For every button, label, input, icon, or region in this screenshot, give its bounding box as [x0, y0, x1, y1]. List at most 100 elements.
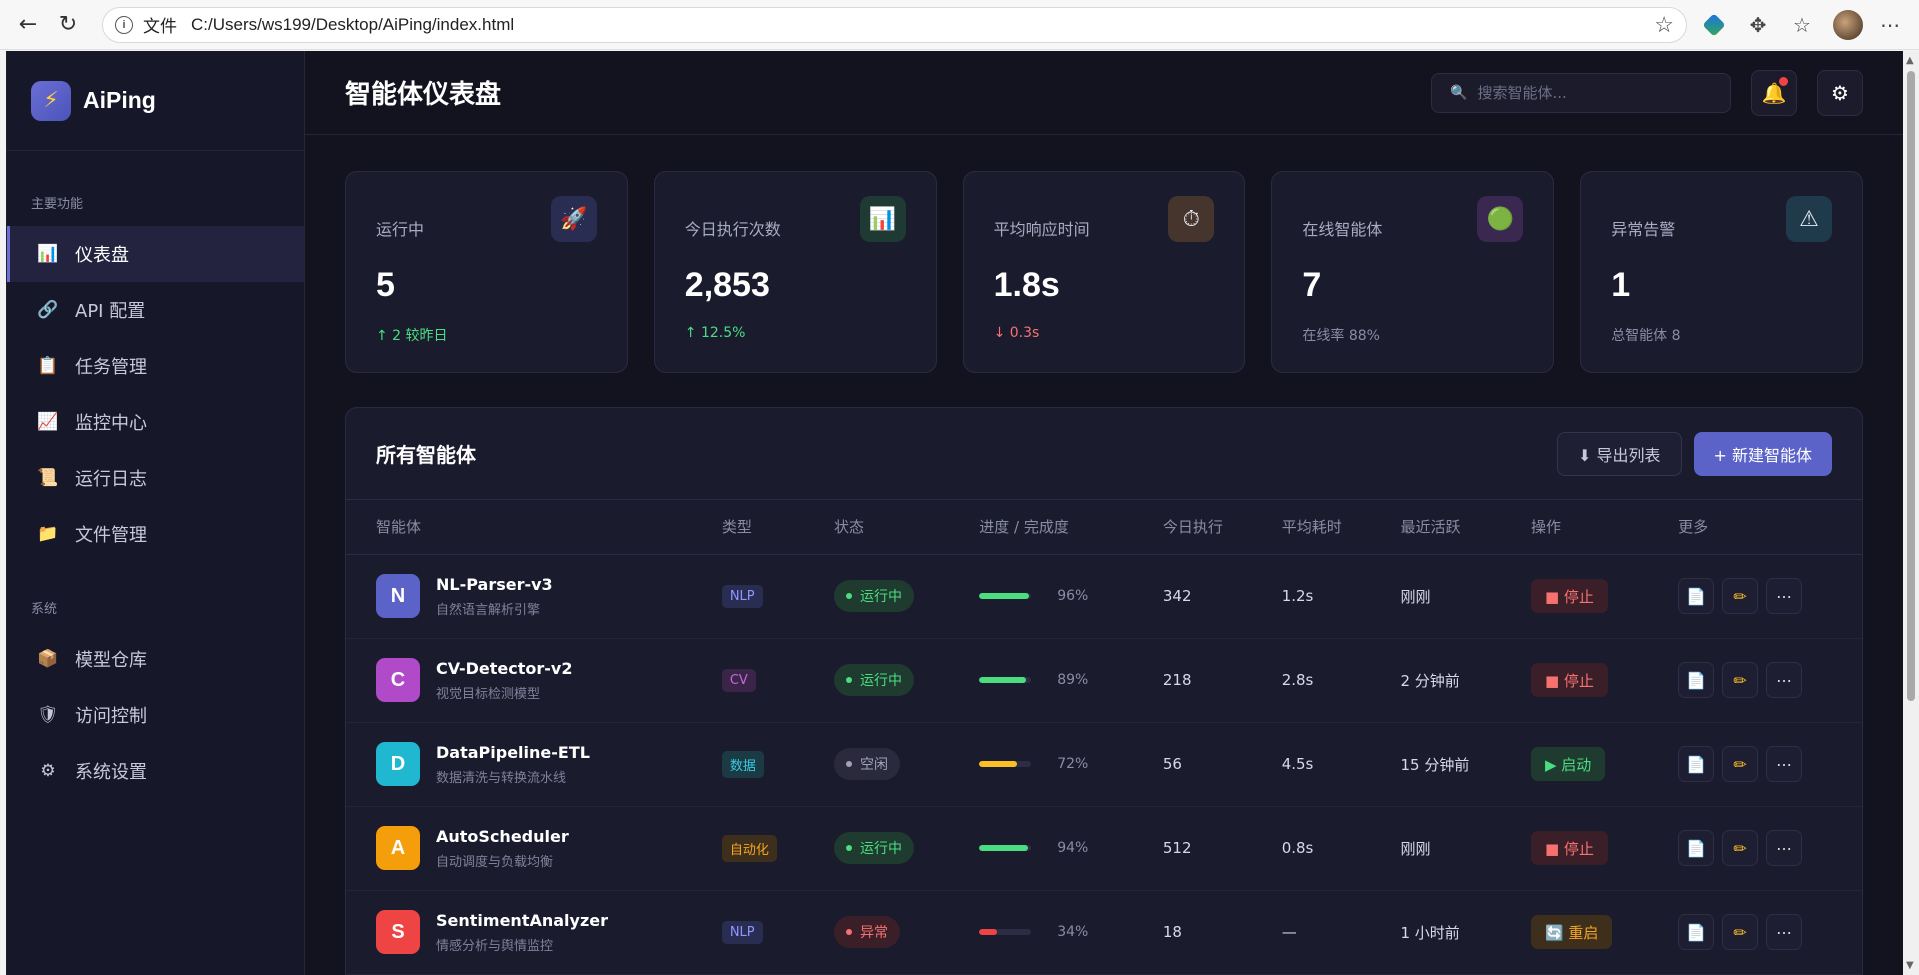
- type-cell: NLP: [691, 554, 805, 639]
- sidebar-item-system-settings[interactable]: ⚙ 系统设置: [7, 743, 304, 799]
- more-icon[interactable]: ⋯: [1766, 914, 1803, 950]
- agent-cell: A AutoScheduler 自动调度与负载均衡: [346, 806, 692, 891]
- table-row[interactable]: S SentimentAnalyzer 情感分析与舆情监控 NLP 异常 34% 18—1 …: [346, 890, 1862, 975]
- progress-fill: [979, 761, 1017, 767]
- sidebar-item-file-management[interactable]: 📁 文件管理: [7, 506, 304, 562]
- agent-name[interactable]: DataPipeline-ETL: [436, 743, 590, 762]
- document-icon[interactable]: 📄: [1678, 662, 1715, 698]
- brand[interactable]: ⚡ AiPing: [7, 51, 304, 151]
- action-button[interactable]: ■ 停止: [1530, 579, 1608, 613]
- progress-bar: [979, 593, 1032, 599]
- type-cell: 数据: [691, 722, 805, 807]
- app-window: ⚡ AiPing 主要功能 📊 仪表盘 🔗 API 配置 📋 任务管理 📈 监控中心 📜 运行日志…: [6, 51, 1903, 975]
- sidebar-item-access-control[interactable]: 🛡 访问控制: [7, 687, 304, 743]
- url-text[interactable]: C:/Users/ws199/Desktop/AiPing/index.html: [191, 15, 514, 35]
- agent-info: N NL-Parser-v3 自然语言解析引擎: [376, 574, 692, 618]
- agent-avatar: C: [376, 658, 420, 702]
- edit-icon[interactable]: ✏: [1722, 830, 1759, 866]
- settings-button[interactable]: ⚙: [1817, 69, 1863, 116]
- action-cell: 🔄 重启: [1500, 890, 1649, 975]
- more-icon[interactable]: ⋯: [1766, 578, 1803, 614]
- stat-card: 在线智能体 🟢 7 在线率 88%: [1271, 171, 1555, 373]
- info-icon[interactable]: i: [115, 15, 133, 34]
- agent-info: A AutoScheduler 自动调度与负载均衡: [376, 826, 692, 870]
- action-button[interactable]: 🔄 重启: [1530, 915, 1613, 949]
- column-header: 最近活跃: [1370, 500, 1501, 555]
- more-icon[interactable]: ⋯: [1766, 662, 1803, 698]
- document-icon[interactable]: 📄: [1678, 914, 1715, 950]
- extension-icon[interactable]: [1697, 8, 1731, 42]
- document-icon[interactable]: 📄: [1678, 746, 1715, 782]
- topbar: 智能体仪表盘 🔍 搜索智能体... 🔔 ⚙: [305, 51, 1903, 135]
- sidebar-item-task-management[interactable]: 📋 任务管理: [7, 338, 304, 394]
- stat-sub: ↓ 0.3s: [993, 325, 1040, 341]
- favorites-icon[interactable]: ☆: [1785, 8, 1819, 42]
- page-scrollbar[interactable]: ▲ ▼: [1903, 51, 1919, 975]
- new-agent-button[interactable]: + 新建智能体: [1693, 431, 1832, 476]
- status-label: 异常: [860, 925, 889, 941]
- folder-icon: 📁: [37, 524, 59, 544]
- agent-description: 视觉目标检测模型: [436, 686, 541, 702]
- table-row[interactable]: N NL-Parser-v3 自然语言解析引擎 NLP 运行中 96% 342 1.2s 刚刚 ■…: [346, 554, 1862, 639]
- address-bar[interactable]: i 文件 C:/Users/ws199/Desktop/AiPing/index…: [102, 6, 1687, 43]
- profile-avatar[interactable]: [1833, 9, 1863, 40]
- agent-name[interactable]: CV-Detector-v2: [436, 659, 572, 678]
- column-header: 类型: [691, 500, 805, 555]
- document-icon[interactable]: 📄: [1678, 830, 1715, 866]
- sidebar-item-monitoring[interactable]: 📈 监控中心: [7, 394, 304, 450]
- export-list-button[interactable]: ⬇ 导出列表: [1557, 431, 1682, 476]
- document-icon[interactable]: 📄: [1678, 578, 1715, 614]
- edit-icon[interactable]: ✏: [1722, 914, 1759, 950]
- reload-icon[interactable]: ↻: [48, 5, 88, 45]
- table-row[interactable]: A AutoScheduler 自动调度与负载均衡 自动化 运行中 94% 512 0.8s 刚…: [346, 806, 1862, 891]
- progress-bar: [979, 677, 1032, 683]
- runs-today: 342: [1132, 554, 1252, 639]
- avg-duration: 4.5s: [1251, 722, 1371, 807]
- scroll-thumb[interactable]: [1907, 71, 1915, 701]
- sidebar-item-label: 模型仓库: [75, 650, 147, 671]
- sidebar-item-dashboard[interactable]: 📊 仪表盘: [7, 226, 304, 282]
- sidebar-item-api-config[interactable]: 🔗 API 配置: [7, 282, 304, 338]
- edit-icon[interactable]: ✏: [1722, 746, 1759, 782]
- status-badge: 运行中: [834, 664, 915, 696]
- sidebar-item-model-repo[interactable]: 📦 模型仓库: [7, 631, 304, 687]
- type-cell: 自动化: [691, 806, 805, 891]
- sidebar-item-label: 文件管理: [75, 525, 147, 546]
- runs-today: 218: [1132, 638, 1252, 723]
- gear-icon: ⚙: [40, 761, 56, 781]
- bookmark-star-icon[interactable]: ☆: [1654, 12, 1674, 38]
- progress-bar: [979, 845, 1032, 851]
- agent-name[interactable]: SentimentAnalyzer: [436, 911, 608, 930]
- action-button[interactable]: ■ 停止: [1530, 663, 1608, 697]
- stat-sub: 总智能体 8: [1611, 328, 1681, 344]
- more-icon[interactable]: ⋯: [1766, 746, 1803, 782]
- more-menu-icon[interactable]: ⋯: [1873, 8, 1907, 42]
- back-icon[interactable]: ←: [8, 5, 48, 45]
- progress: 72%: [979, 756, 1133, 772]
- edit-icon[interactable]: ✏: [1722, 578, 1759, 614]
- action-button[interactable]: ▶ 启动: [1530, 747, 1606, 781]
- table-row[interactable]: D DataPipeline-ETL 数据清洗与转换流水线 数据 空闲 72% 56 4.5s…: [346, 722, 1862, 807]
- puzzle-icon[interactable]: ✥: [1741, 8, 1775, 42]
- action-button[interactable]: ■ 停止: [1530, 831, 1608, 865]
- agent-name[interactable]: NL-Parser-v3: [436, 575, 553, 594]
- search-input[interactable]: 🔍 搜索智能体...: [1431, 72, 1731, 113]
- more-icon[interactable]: ⋯: [1766, 830, 1803, 866]
- sidebar-item-label: 任务管理: [75, 357, 147, 378]
- agents-panel-title: 所有智能体: [376, 443, 476, 467]
- edit-icon[interactable]: ✏: [1722, 662, 1759, 698]
- agent-name[interactable]: AutoScheduler: [436, 827, 569, 846]
- progress-percent: 72%: [1057, 756, 1089, 772]
- progress-fill: [979, 845, 1029, 851]
- notification-button[interactable]: 🔔: [1751, 69, 1797, 116]
- status-cell: 空闲: [804, 722, 950, 807]
- sidebar-item-label: 运行日志: [75, 469, 147, 490]
- trend-icon: 📈: [37, 412, 59, 432]
- scroll-up-icon[interactable]: ▲: [1906, 55, 1914, 66]
- scroll-down-icon[interactable]: ▼: [1906, 960, 1914, 971]
- notification-dot: [1779, 76, 1788, 86]
- table-row[interactable]: C CV-Detector-v2 视觉目标检测模型 CV 运行中 89% 218 2.8s 2 …: [346, 638, 1862, 723]
- sidebar-item-run-logs[interactable]: 📜 运行日志: [7, 450, 304, 506]
- type-cell: CV: [691, 638, 805, 723]
- main-content: 智能体仪表盘 🔍 搜索智能体... 🔔 ⚙ 运行中 🚀 5 ↑ 2 较昨日 今日执行次数…: [305, 51, 1903, 975]
